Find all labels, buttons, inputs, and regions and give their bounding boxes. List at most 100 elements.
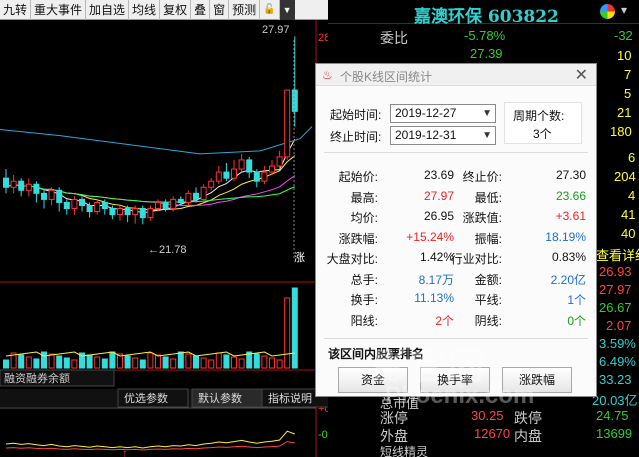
- volume-bar: [162, 356, 169, 369]
- side-price: 3.59%: [599, 336, 636, 351]
- candle-body: [215, 171, 222, 182]
- short-line-genie: 短线精灵: [380, 445, 429, 457]
- toolbar-item-7[interactable]: 预测: [229, 0, 261, 20]
- tab-margin-balance[interactable]: 融资融券余额: [4, 371, 70, 385]
- candle-body: [71, 198, 78, 210]
- candle-body: [63, 201, 70, 210]
- toolbar-item-2[interactable]: 加自选: [86, 0, 130, 20]
- toolbar-item-4[interactable]: 复权: [160, 0, 192, 20]
- volume-bar: [101, 358, 108, 369]
- indicator-value-2: -0.087: [318, 429, 328, 441]
- candle-body: [86, 204, 93, 213]
- volume-bar: [56, 355, 63, 369]
- toolbar-item-1[interactable]: 重大事件: [31, 0, 87, 20]
- stat-label: 均价:: [350, 211, 378, 225]
- tab-t4[interactable]: 指标说明: [268, 391, 312, 405]
- bid-volume: 41: [621, 207, 636, 222]
- ask-volume: 5: [624, 86, 632, 101]
- limit-down-value: 24.75: [596, 408, 629, 423]
- candle-body: [10, 180, 17, 188]
- end-time-select[interactable]: 2019-12-31 ▼: [390, 126, 496, 145]
- color-scheme-icon[interactable]: [600, 4, 615, 19]
- volume-bar: [215, 352, 222, 369]
- volume-bar: [71, 359, 78, 369]
- stock-name: 嘉澳环保 603822: [414, 7, 559, 27]
- bid-volume: 204: [614, 169, 636, 184]
- volume-bar: [139, 359, 146, 369]
- close-icon[interactable]: ✕: [575, 65, 588, 85]
- outer-value: 12670: [474, 426, 511, 441]
- kline-chart[interactable]: ↑28.3127.97←21.78涨+0.943-0.087融资融券余额优选参数…: [0, 20, 328, 457]
- stat-value: +3.61: [555, 209, 586, 223]
- inner-label: 内盘: [514, 428, 542, 444]
- volume-bar: [155, 354, 161, 369]
- candle-body: [269, 165, 275, 173]
- toolbar-item-0[interactable]: 九转: [0, 0, 32, 20]
- stat-value: 0个: [567, 313, 586, 328]
- tab-t2[interactable]: 优选参数: [124, 391, 168, 405]
- stat-label: 行业对比:: [450, 252, 502, 266]
- candle-body: [101, 201, 108, 210]
- stat-value: 26.95: [423, 209, 454, 223]
- candle-body: [276, 156, 283, 167]
- toolbar-item-5[interactable]: 叠: [191, 0, 211, 20]
- volume-bar: [284, 297, 291, 369]
- weibi-diff: -32: [614, 28, 633, 43]
- candle-body: [208, 180, 215, 188]
- stat-label: 起始价:: [338, 170, 378, 184]
- volume-bar: [276, 359, 283, 369]
- stat-value: 23.69: [423, 168, 454, 182]
- bid-volume: 6: [628, 150, 636, 165]
- volume-bar: [147, 352, 154, 369]
- end-time-label: 终止时间:: [330, 130, 382, 144]
- volume-bar: [269, 357, 275, 369]
- candle-body: [155, 201, 161, 210]
- candle-body: [18, 180, 25, 191]
- candle-body: [132, 208, 139, 216]
- stat-value: 2.20亿: [550, 272, 586, 287]
- side-price: 33.23: [599, 372, 632, 387]
- candle-body: [261, 171, 268, 182]
- candle-body: [94, 201, 101, 213]
- volume-bar: [86, 354, 93, 369]
- detail-header: 查看详细: [596, 248, 639, 263]
- start-time-label: 起始时间:: [330, 108, 382, 122]
- menu-chevron-icon[interactable]: ▼: [279, 0, 295, 20]
- candle-body: [185, 192, 192, 203]
- candle-body: [253, 171, 260, 182]
- candle-body: [79, 198, 85, 206]
- side-price: 2.07: [606, 318, 632, 333]
- stat-value: 11.13%: [414, 291, 454, 305]
- side-price: 26.67: [599, 300, 632, 315]
- period-count-box: 周期个数: 3个: [504, 102, 582, 144]
- stat-value: 0.83%: [551, 250, 586, 264]
- toolbar-item-6[interactable]: 窗: [210, 0, 230, 20]
- volume-bar: [41, 351, 47, 369]
- candle-body: [139, 208, 146, 219]
- start-time-select[interactable]: 2019-12-27 ▼: [390, 104, 496, 123]
- stat-label: 终止价:: [462, 170, 502, 184]
- tab-t3[interactable]: 默认参数: [198, 391, 242, 405]
- toolbar-item-3[interactable]: 均线: [129, 0, 161, 20]
- lock-icon[interactable]: 🔓: [260, 0, 280, 20]
- volume-bar: [223, 354, 230, 369]
- app-logo-icon: ♨: [322, 68, 333, 82]
- up-marker-label: 涨: [294, 251, 305, 264]
- stat-value: 2个: [435, 313, 454, 328]
- candle-body: [3, 177, 9, 188]
- chevron-down-icon: ▼: [482, 108, 492, 119]
- volume-bar: [231, 356, 237, 369]
- candle-body: [33, 183, 40, 194]
- ask-price: 27.39: [470, 46, 503, 61]
- menu-chevron-icon[interactable]: ▾: [621, 3, 627, 17]
- candle-body: [124, 208, 131, 216]
- candle-body: [41, 192, 47, 200]
- stat-label: 换手:: [350, 293, 378, 307]
- high-price-label: 27.97: [262, 24, 290, 36]
- candle-body: [117, 208, 123, 216]
- limit-down-label: 跌停: [514, 410, 542, 426]
- indicator-line: [5, 430, 295, 449]
- candle-body: [284, 89, 291, 158]
- volume-bar: [94, 356, 101, 369]
- candle-body: [238, 159, 245, 170]
